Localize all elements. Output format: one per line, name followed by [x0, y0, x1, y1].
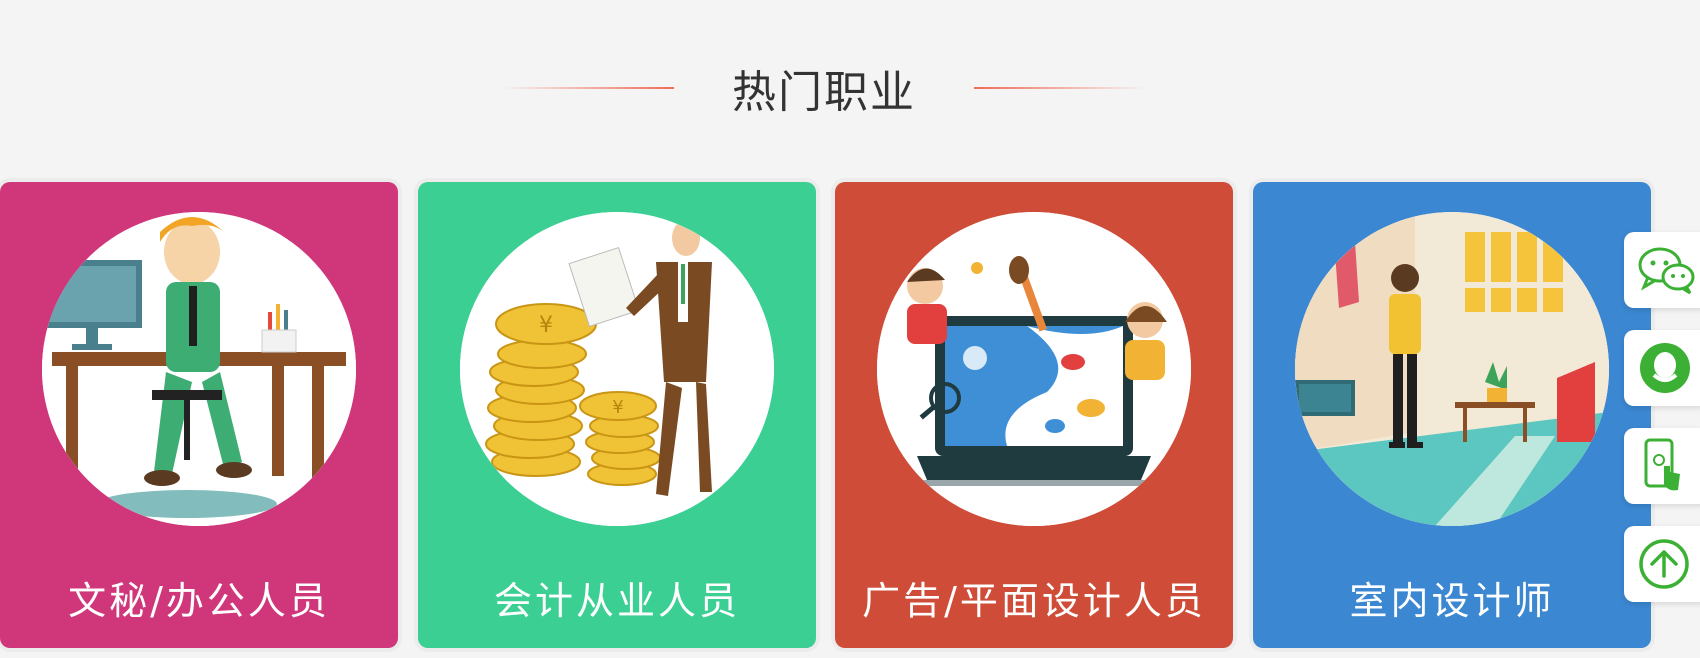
wechat-icon	[1638, 245, 1696, 295]
mobile-button[interactable]	[1624, 428, 1700, 504]
career-card-graphic-design[interactable]: 广告/平面设计人员	[835, 182, 1233, 648]
back-to-top-button[interactable]	[1624, 526, 1700, 602]
qq-icon	[1638, 341, 1692, 395]
svg-text:¥: ¥	[539, 313, 553, 338]
career-card-label: 会计从业人员	[493, 579, 740, 623]
career-card-label: 室内设计师	[1349, 579, 1555, 623]
svg-text:¥: ¥	[612, 397, 623, 418]
graphic-design-laptop-illustration	[877, 212, 1191, 526]
career-card-interior-design[interactable]: 室内设计师	[1253, 182, 1651, 648]
career-card-label: 文秘/办公人员	[68, 579, 330, 623]
wechat-button[interactable]	[1624, 232, 1700, 308]
qq-button[interactable]	[1624, 330, 1700, 406]
career-card-label: 广告/平面设计人员	[862, 579, 1206, 623]
career-card-office[interactable]: 文秘/办公人员	[0, 182, 398, 648]
title-decor-line-left	[502, 87, 674, 89]
mobile-icon	[1638, 436, 1688, 496]
hot-careers-page: 热门职业 文秘/办公人员 ¥ ¥ 会计从业人员 广告/平面设计人员 室内设计师	[0, 0, 1700, 658]
interior-room-illustration	[1295, 212, 1609, 526]
back-to-top-icon	[1638, 538, 1690, 590]
section-header: 热门职业	[0, 58, 1648, 118]
career-card-list: 文秘/办公人员 ¥ ¥ 会计从业人员 广告/平面设计人员 室内设计师	[0, 182, 1652, 648]
section-title: 热门职业	[732, 67, 916, 118]
office-worker-illustration	[42, 212, 356, 526]
title-decor-line-right	[974, 87, 1146, 89]
career-card-accountant[interactable]: ¥ ¥ 会计从业人员	[418, 182, 816, 648]
accountant-coins-illustration: ¥ ¥	[460, 212, 774, 526]
